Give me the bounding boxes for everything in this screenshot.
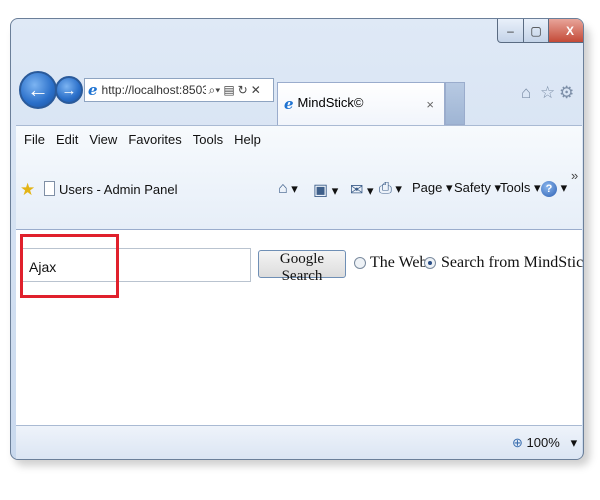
menu-favorites[interactable]: Favorites (128, 132, 181, 147)
menu-edit[interactable]: Edit (56, 132, 78, 147)
home-icon[interactable]: ⌂ (521, 83, 531, 103)
forward-button[interactable]: → (55, 76, 83, 104)
stop-icon[interactable]: ✕ (251, 83, 261, 97)
menu-bar: File Edit View Favorites Tools Help (24, 132, 272, 147)
page-menu[interactable]: Page ▾ (412, 180, 453, 196)
zoom-control[interactable]: ⊕ 100% ▾ (512, 435, 577, 451)
favorites-bar-star-icon[interactable]: ★ (20, 180, 35, 200)
minimize-button[interactable]: – (497, 19, 524, 43)
home-icon: ⌂ (278, 180, 288, 197)
maximize-button[interactable]: ▢ (523, 19, 549, 43)
printer-icon: ⎙ (379, 180, 392, 197)
zoom-icon: ⊕ (512, 435, 523, 450)
chevron-more-icon[interactable]: » (571, 168, 578, 183)
search-input[interactable] (22, 248, 251, 282)
close-window-button[interactable]: X (548, 19, 583, 43)
radio-the-web-label: The Web (370, 254, 428, 271)
page-content: Google Search The Web Search from MindSt… (16, 229, 584, 426)
menu-view[interactable]: View (89, 132, 117, 147)
gear-icon[interactable]: ⚙ (559, 83, 574, 103)
safety-menu[interactable]: Safety ▾ (454, 180, 501, 196)
tools-menu[interactable]: Tools ▾ (500, 180, 541, 196)
feeds-dropdown[interactable]: ▣ ▾ (313, 180, 338, 200)
command-bar: ★ Users - Admin Panel ⌂ ▾ ▣ ▾ ✉ ▾ ⎙ ▾ Pa… (16, 168, 582, 206)
help-dropdown[interactable]: ? ▾ (541, 180, 567, 197)
favorites-star-icon[interactable]: ☆ (540, 83, 555, 103)
arrow-right-icon: → (61, 81, 77, 99)
radio-search-mindstick[interactable] (424, 257, 436, 269)
status-bar: ⊕ 100% ▾ (16, 425, 582, 459)
menu-help[interactable]: Help (234, 132, 261, 147)
radio-the-web[interactable] (354, 257, 366, 269)
tab-title: MindStick© (297, 95, 364, 110)
menu-tools[interactable]: Tools (193, 132, 223, 147)
refresh-icon[interactable]: ↻ (238, 83, 248, 97)
rss-icon: ▣ (313, 182, 329, 199)
compat-view-icon[interactable]: ▤ (223, 83, 234, 97)
tab-close-button[interactable]: × (426, 97, 434, 112)
help-icon: ? (541, 181, 557, 197)
ie-tab-icon: e (284, 95, 294, 113)
menu-file[interactable]: File (24, 132, 45, 147)
back-button[interactable]: ← (19, 71, 57, 109)
browser-window: – ▢ X ← → e http://localhost:8503/L ⌕▾ ▤… (10, 18, 584, 460)
new-tab-button[interactable] (445, 82, 465, 125)
mail-dropdown[interactable]: ✉ ▾ (350, 180, 374, 200)
arrow-left-icon: ← (27, 77, 49, 102)
ie-logo-icon: e (88, 81, 98, 99)
toolbar-area: File Edit View Favorites Tools Help ★ Us… (16, 125, 582, 230)
home-dropdown[interactable]: ⌂ ▾ (278, 180, 298, 198)
search-icon[interactable]: ⌕▾ (209, 83, 221, 98)
mail-icon: ✉ (350, 182, 364, 199)
favorite-link-users-admin[interactable]: Users - Admin Panel (59, 182, 178, 197)
address-bar[interactable]: e http://localhost:8503/L ⌕▾ ▤ ↻ ✕ (84, 78, 274, 102)
url-text[interactable]: http://localhost:8503/L (102, 83, 206, 97)
radio-search-mindstick-label: Search from MindStick® (441, 254, 584, 271)
page-icon (44, 181, 55, 196)
google-search-button[interactable]: Google Search (258, 250, 346, 284)
print-dropdown[interactable]: ⎙ ▾ (379, 180, 402, 198)
tab-mindstick[interactable]: e MindStick© × (277, 82, 445, 125)
